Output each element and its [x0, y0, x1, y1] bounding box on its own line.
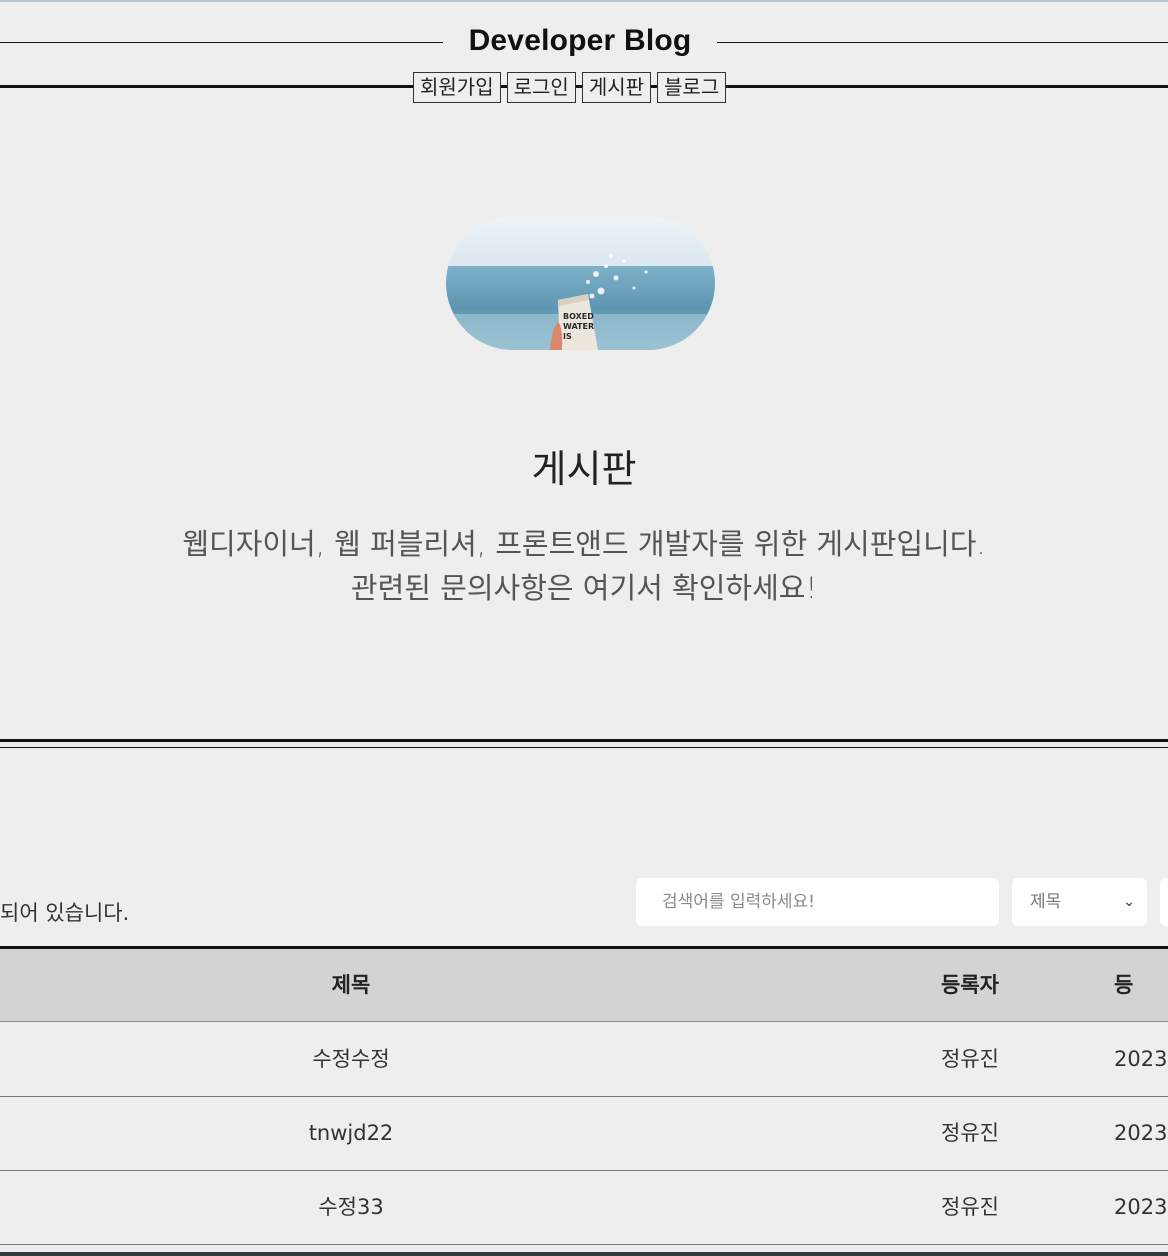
window-top-border: [0, 0, 1168, 2]
window-bottom-border: [0, 1252, 1168, 1256]
description-line-1: 웹디자이너, 웹 퍼블리셔, 프론트앤드 개발자를 위한 게시판입니다.: [182, 527, 986, 561]
table-header: 제목 등록자 등: [0, 949, 1168, 1022]
row-title[interactable]: tnwjd22: [0, 1097, 702, 1170]
board-count-text: 되어 있습니다.: [0, 901, 130, 925]
row-date: 2023: [1114, 1121, 1168, 1145]
hero-image: BOXED WATER IS: [446, 216, 715, 350]
search-button[interactable]: [1160, 878, 1168, 926]
title-rule-right: [717, 42, 1168, 43]
nav-signup-link[interactable]: 회원가입: [413, 72, 501, 103]
title-rule-left: [0, 42, 443, 43]
column-header-date: 등: [1114, 973, 1134, 997]
page-description: 웹디자이너, 웹 퍼블리셔, 프론트앤드 개발자를 위한 게시판입니다. 관련된…: [0, 522, 1168, 610]
chevron-down-icon: ⌄: [1123, 894, 1135, 910]
row-title[interactable]: 수정33: [0, 1171, 702, 1244]
row-author: 정유진: [941, 1195, 999, 1219]
nav-blog-link[interactable]: 블로그: [657, 72, 727, 103]
table-row[interactable]: 수정33 정유진 2023: [0, 1171, 1168, 1245]
beach-photo: BOXED WATER IS: [446, 216, 715, 350]
main-nav: 회원가입 로그인 게시판 블로그: [413, 72, 727, 103]
row-author: 정유진: [941, 1121, 999, 1145]
carton-text-water: WATER: [563, 322, 594, 331]
site-header: Developer Blog: [0, 20, 1168, 64]
row-author: 정유진: [941, 1047, 999, 1071]
carton-text-boxed: BOXED: [563, 312, 594, 321]
row-date: 2023: [1114, 1047, 1168, 1071]
search-type-select[interactable]: 제목 ⌄: [1012, 878, 1147, 926]
row-date: 2023: [1114, 1195, 1168, 1219]
nav-board-link[interactable]: 게시판: [581, 72, 652, 103]
site-title[interactable]: Developer Blog: [443, 20, 717, 64]
page-title: 게시판: [531, 447, 637, 491]
carton-text-is: IS: [563, 332, 572, 341]
row-title[interactable]: 수정수정: [0, 1023, 702, 1096]
section-divider-thin: [0, 747, 1168, 748]
section-divider: [0, 739, 1168, 742]
search-type-value: 제목: [1030, 892, 1062, 912]
column-header-author: 등록자: [941, 973, 999, 997]
search-input[interactable]: [636, 878, 999, 926]
table-row[interactable]: 수정수정 정유진 2023: [0, 1023, 1168, 1097]
column-header-title: 제목: [331, 973, 371, 997]
table-row[interactable]: tnwjd22 정유진 2023: [0, 1097, 1168, 1171]
description-line-2: 관련된 문의사항은 여기서 확인하세요!: [350, 571, 818, 605]
nav-login-link[interactable]: 로그인: [506, 72, 576, 103]
